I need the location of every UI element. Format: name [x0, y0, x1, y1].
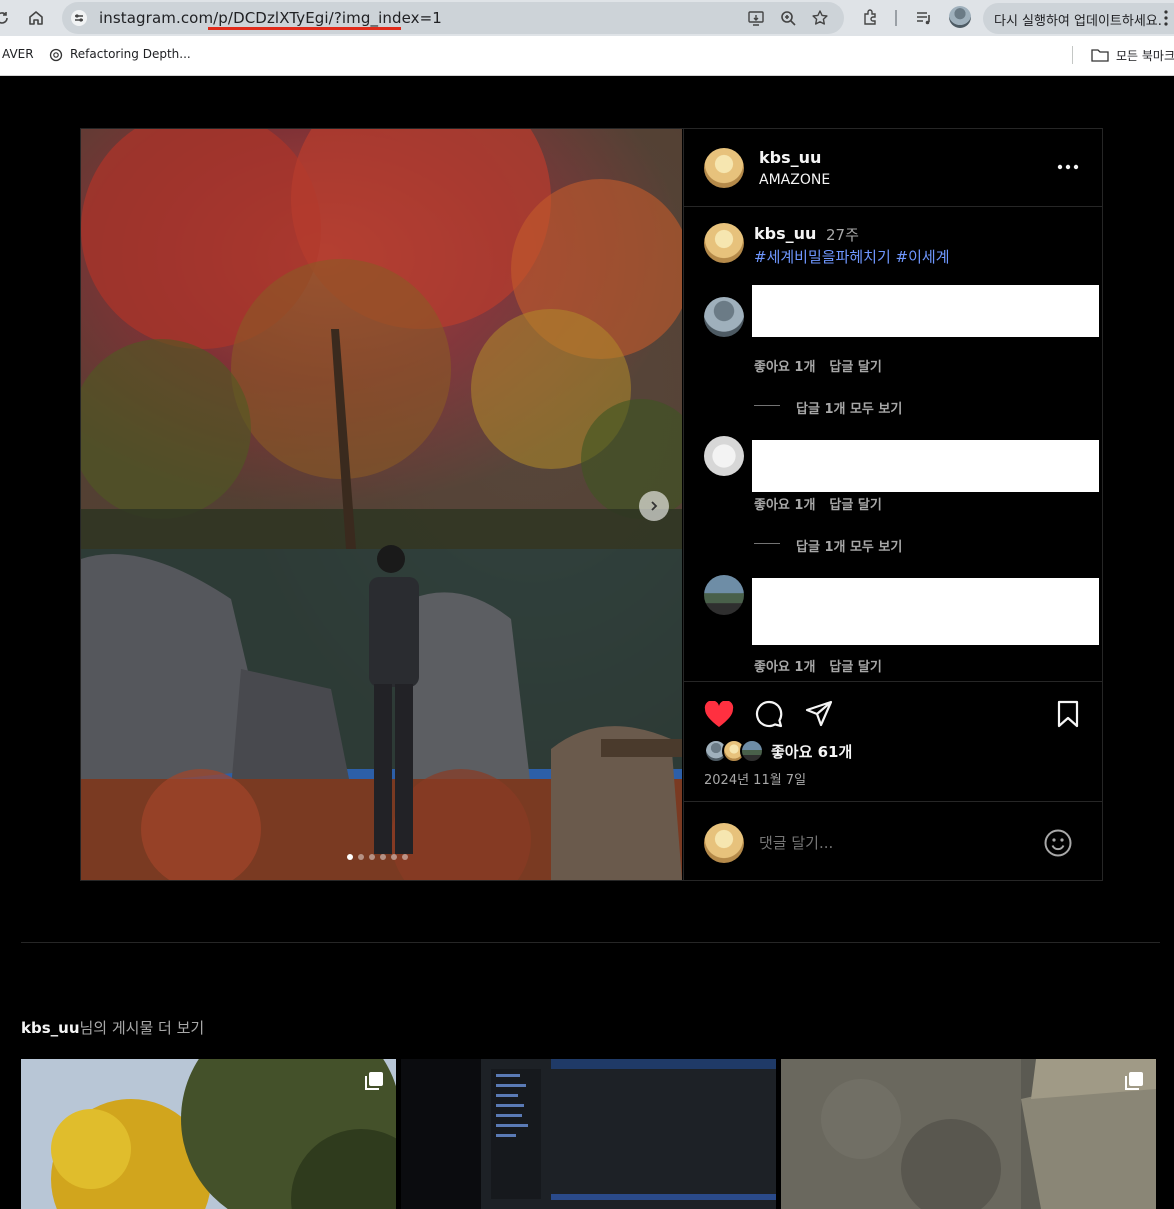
caption-hashtags[interactable]: #세계비밀을파헤치기 #이세계: [754, 246, 950, 267]
caption-time[interactable]: 27주: [826, 224, 859, 245]
media-control-icon[interactable]: [914, 8, 934, 28]
carousel-dot: [391, 854, 397, 860]
emoji-icon[interactable]: [1042, 827, 1074, 859]
comment-likes[interactable]: 좋아요 1개: [754, 660, 815, 675]
author-avatar[interactable]: [704, 148, 744, 188]
author-subtitle[interactable]: AMAZONE: [759, 172, 830, 188]
my-avatar: [704, 823, 744, 863]
carousel-dot: [380, 854, 386, 860]
caption-username[interactable]: kbs_uu: [754, 224, 816, 243]
url-annotation-underline: [208, 27, 401, 30]
browser-toolbar: instagram.com/p/DCDzlXTyEgi/?img_index=1…: [0, 0, 1174, 36]
carousel-dot: [347, 854, 353, 860]
comment-redaction: [752, 578, 1099, 645]
comment-avatar[interactable]: [704, 297, 744, 337]
likes-count[interactable]: 좋아요 61개: [771, 741, 852, 762]
carousel-dot: [358, 854, 364, 860]
comment-meta: 좋아요 1개 답글 달기: [754, 656, 896, 675]
post-sidebar: kbs_uu AMAZONE kbs_uu 27주 #세계비밀을파헤치기 #이세…: [683, 129, 1103, 880]
post-thumbnail[interactable]: [401, 1059, 776, 1209]
post-date[interactable]: 2024년 11월 7일: [704, 769, 806, 788]
comment-avatar[interactable]: [704, 436, 744, 476]
more-menu-icon[interactable]: [1160, 8, 1172, 28]
like-heart-icon[interactable]: [703, 699, 735, 729]
update-button[interactable]: 다시 실행하여 업데이트하세요.: [983, 3, 1174, 34]
carousel-dot: [402, 854, 408, 860]
url-text[interactable]: instagram.com/p/DCDzlXTyEgi/?img_index=1: [99, 9, 442, 27]
comment-reply-button[interactable]: 답글 달기: [829, 498, 881, 513]
share-paper-plane-icon[interactable]: [804, 699, 834, 729]
comment-likes[interactable]: 좋아요 1개: [754, 498, 815, 513]
comment-meta: 좋아요 1개 답글 달기: [754, 356, 896, 375]
more-options-icon[interactable]: [1056, 157, 1080, 177]
save-bookmark-icon[interactable]: [1054, 699, 1082, 729]
folder-icon: [1090, 46, 1110, 64]
post-thumbnail[interactable]: [781, 1059, 1156, 1209]
home-icon[interactable]: [26, 8, 46, 28]
view-replies-button[interactable]: 답글 1개 모두 보기: [796, 398, 902, 417]
more-posts-username[interactable]: kbs_uu: [21, 1019, 80, 1037]
caption-avatar[interactable]: [704, 223, 744, 263]
bookmark-naver[interactable]: AVER: [2, 47, 34, 61]
comment-avatar[interactable]: [704, 575, 744, 615]
profile-avatar[interactable]: [949, 6, 971, 28]
next-slide-icon[interactable]: [639, 491, 669, 521]
comment-redaction: [752, 285, 1099, 337]
more-posts-title: kbs_uu님의 게시물 더 보기: [21, 1017, 204, 1038]
site-settings-icon[interactable]: [69, 8, 89, 28]
author-username[interactable]: kbs_uu: [759, 148, 821, 167]
comment-likes[interactable]: 좋아요 1개: [754, 360, 815, 375]
post-thumbnail[interactable]: [21, 1059, 396, 1209]
carousel-dots: [347, 854, 408, 860]
comment-meta: 좋아요 1개 답글 달기: [754, 494, 896, 513]
comment-bubble-icon[interactable]: [754, 699, 784, 729]
bookmark-refactoring[interactable]: Refactoring Depth...: [70, 47, 191, 61]
reload-icon[interactable]: [0, 8, 10, 28]
update-label: 다시 실행하여 업데이트하세요.: [994, 14, 1162, 29]
openai-icon: [48, 47, 64, 63]
address-bar[interactable]: instagram.com/p/DCDzlXTyEgi/?img_index=1: [62, 2, 844, 34]
post-photo[interactable]: [81, 129, 682, 880]
multi-image-icon: [1124, 1071, 1144, 1095]
comment-reply-button[interactable]: 답글 달기: [829, 660, 881, 675]
comment-reply-button[interactable]: 답글 달기: [829, 360, 881, 375]
zoom-icon[interactable]: [778, 8, 798, 28]
bookmark-star-icon[interactable]: [810, 8, 830, 28]
install-app-icon[interactable]: [746, 8, 766, 28]
more-posts-suffix: 님의 게시물 더 보기: [79, 1019, 205, 1037]
all-bookmarks[interactable]: 모든 북마크: [1116, 47, 1174, 64]
carousel-dot: [369, 854, 375, 860]
liker-avatar: [740, 739, 764, 763]
header-divider: [684, 206, 1103, 207]
bookmarks-bar: AVER Refactoring Depth... 모든 북마크: [0, 36, 1174, 76]
actions-divider: [684, 681, 1103, 682]
multi-image-icon: [364, 1071, 384, 1095]
reply-line: [754, 405, 780, 406]
view-replies-button[interactable]: 답글 1개 모두 보기: [796, 536, 902, 555]
reply-line: [754, 543, 780, 544]
comment-redaction: [752, 440, 1099, 492]
post-container: kbs_uu AMAZONE kbs_uu 27주 #세계비밀을파헤치기 #이세…: [80, 128, 1103, 881]
section-divider: [21, 942, 1160, 943]
extensions-icon[interactable]: [860, 8, 880, 28]
comment-box-divider: [684, 801, 1103, 802]
bookmarks-separator: [1072, 46, 1073, 64]
toolbar-divider: [895, 10, 897, 26]
comment-input[interactable]: [759, 831, 1029, 855]
